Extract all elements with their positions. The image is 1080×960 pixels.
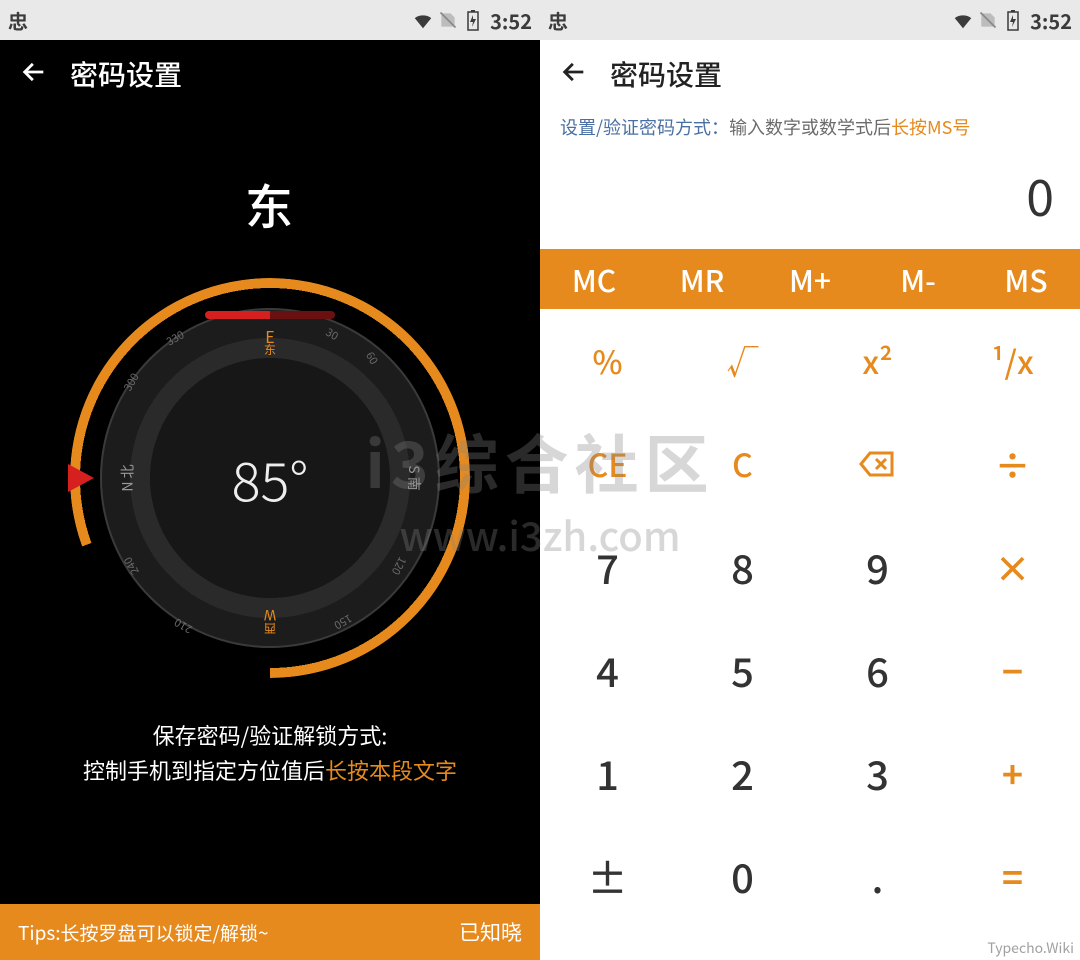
digit-1[interactable]: 1 bbox=[540, 721, 675, 824]
memory-row: MC MR M+ M- MS bbox=[540, 249, 1080, 309]
cardinal-south: S bbox=[406, 465, 420, 491]
instruction-text[interactable]: 保存密码/验证解锁方式: 控制手机到指定方位值后长按本段文字 bbox=[0, 718, 540, 788]
mr-button[interactable]: MR bbox=[648, 249, 756, 309]
calculator-display: 0 bbox=[540, 141, 1080, 249]
back-icon[interactable] bbox=[20, 58, 48, 91]
battery-charging-icon bbox=[462, 9, 484, 31]
tip-dismiss-button[interactable]: 已知晓 bbox=[459, 917, 522, 947]
digit-6[interactable]: 6 bbox=[810, 618, 945, 721]
function-row-2: CE C ÷ bbox=[540, 412, 1080, 515]
reciprocal-button[interactable]: ¹/x bbox=[945, 309, 1080, 412]
compass-north-arc bbox=[205, 311, 335, 319]
digit-4[interactable]: 4 bbox=[540, 618, 675, 721]
status-bar: 忠 3:52 bbox=[0, 0, 540, 40]
digit-3[interactable]: 3 bbox=[810, 721, 945, 824]
app-bar: 密码设置 bbox=[0, 40, 540, 108]
wifi-icon bbox=[952, 9, 974, 31]
compass-dial[interactable]: 85° E东 S 西W N 北 30 60 120 150 210 240 30… bbox=[70, 278, 470, 678]
page-title: 密码设置 bbox=[70, 54, 182, 94]
direction-label: 东 bbox=[0, 168, 540, 238]
sqrt-button[interactable]: √ bbox=[675, 309, 810, 412]
clock: 3:52 bbox=[1030, 6, 1072, 35]
digit-0[interactable]: 0 bbox=[675, 824, 810, 927]
no-sim-icon bbox=[977, 9, 999, 31]
instruction-line-1: 保存密码/验证解锁方式: bbox=[0, 718, 540, 753]
square-button[interactable]: x² bbox=[810, 309, 945, 412]
tip-bar: Tips:长按罗盘可以锁定/解锁~ 已知晓 bbox=[0, 904, 540, 960]
mc-button[interactable]: MC bbox=[540, 249, 648, 309]
ms-button[interactable]: MS bbox=[972, 249, 1080, 309]
backspace-button[interactable] bbox=[810, 412, 945, 515]
clock: 3:52 bbox=[490, 6, 532, 35]
compass-needle bbox=[68, 464, 94, 492]
plus-button[interactable]: + bbox=[945, 721, 1080, 824]
divide-button[interactable]: ÷ bbox=[945, 412, 1080, 515]
c-button[interactable]: C bbox=[675, 412, 810, 515]
digit-2[interactable]: 2 bbox=[675, 721, 810, 824]
equals-button[interactable]: = bbox=[945, 824, 1080, 927]
battery-charging-icon bbox=[1002, 9, 1024, 31]
mplus-button[interactable]: M+ bbox=[756, 249, 864, 309]
calculator-keypad: MC MR M+ M- MS % √ x² ¹/x CE C ÷ 7 8 9 ×… bbox=[540, 249, 1080, 927]
tip-text: Tips:长按罗盘可以锁定/解锁~ bbox=[18, 919, 269, 946]
multiply-button[interactable]: × bbox=[945, 515, 1080, 618]
digit-7[interactable]: 7 bbox=[540, 515, 675, 618]
app-bar: 密码设置 bbox=[540, 40, 1080, 108]
cardinal-east: E东 bbox=[264, 328, 276, 356]
instruction-line-2: 控制手机到指定方位值后长按本段文字 bbox=[0, 753, 540, 788]
status-bar: 忠 3:52 bbox=[540, 0, 1080, 40]
ce-button[interactable]: CE bbox=[540, 412, 675, 515]
calculator-screen: 忠 3:52 密码设置 设置/验证密码方式：输入数字或数学式后长按MS号 0 M… bbox=[540, 0, 1080, 960]
status-glyph: 忠 bbox=[8, 6, 28, 35]
page-title: 密码设置 bbox=[610, 54, 722, 94]
hint-text: 设置/验证密码方式：输入数字或数学式后长按MS号 bbox=[540, 108, 1080, 141]
digit-9[interactable]: 9 bbox=[810, 515, 945, 618]
function-row-1: % √ x² ¹/x bbox=[540, 309, 1080, 412]
plusminus-button[interactable]: ± bbox=[540, 824, 675, 927]
decimal-button[interactable]: . bbox=[810, 824, 945, 927]
status-glyph: 忠 bbox=[548, 6, 568, 35]
digit-8[interactable]: 8 bbox=[675, 515, 810, 618]
percent-button[interactable]: % bbox=[540, 309, 675, 412]
compass-screen: 忠 3:52 密码设置 东 85° E东 S 西W N 北 30 60 120 … bbox=[0, 0, 540, 960]
digit-5[interactable]: 5 bbox=[675, 618, 810, 721]
no-sim-icon bbox=[437, 9, 459, 31]
back-icon[interactable] bbox=[560, 58, 588, 91]
wifi-icon bbox=[412, 9, 434, 31]
cardinal-north: N 北 bbox=[121, 464, 135, 491]
cardinal-west: 西W bbox=[264, 608, 276, 634]
minus-button[interactable]: − bbox=[945, 618, 1080, 721]
mminus-button[interactable]: M- bbox=[864, 249, 972, 309]
